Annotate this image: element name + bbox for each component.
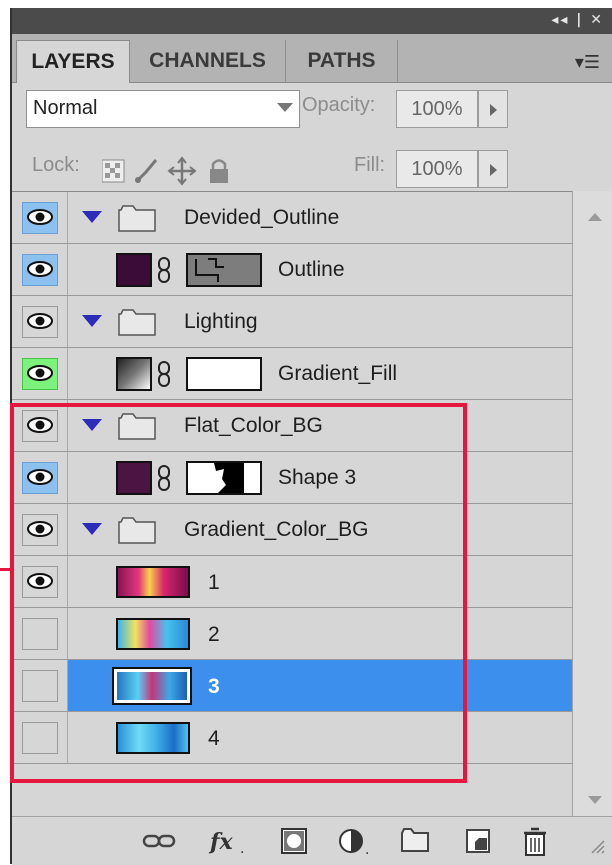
lock-label: Lock:: [32, 154, 80, 176]
layer-row[interactable]: Devided_Outline: [12, 192, 572, 244]
tab-layers[interactable]: LAYERS: [16, 40, 130, 83]
layers-bottom-toolbar: fx. .: [12, 816, 612, 865]
visibility-toggle[interactable]: [12, 348, 68, 399]
lock-position-icon[interactable]: [167, 156, 197, 186]
highlight-rectangle: [10, 403, 467, 783]
eye-icon: [27, 365, 53, 381]
gradient-fill-thumbnail[interactable]: [116, 357, 152, 391]
visibility-toggle[interactable]: [12, 296, 68, 347]
svg-text:fx: fx: [208, 829, 233, 855]
layer-name: Outline: [278, 258, 345, 281]
add-mask-icon[interactable]: [280, 827, 310, 855]
new-layer-icon[interactable]: [464, 827, 492, 855]
link-chain-icon[interactable]: [156, 256, 172, 284]
collapse-close-icon[interactable]: ◂◂ | ✕: [551, 12, 604, 28]
svg-text:.: .: [365, 842, 369, 857]
eye-icon: [27, 209, 53, 225]
layer-name: Lighting: [184, 310, 258, 333]
eye-icon: [27, 261, 53, 277]
expand-triangle-icon[interactable]: [82, 315, 102, 327]
layer-color-thumbnail[interactable]: [116, 253, 152, 287]
scroll-up-icon[interactable]: [588, 213, 602, 221]
layer-name: Gradient_Fill: [278, 362, 398, 385]
link-layers-icon[interactable]: [142, 827, 176, 855]
chevron-down-icon: [277, 103, 293, 112]
fill-slider-button[interactable]: [478, 150, 508, 188]
opacity-slider-button[interactable]: [478, 90, 508, 128]
new-group-folder-icon[interactable]: [400, 827, 430, 853]
layers-scrollbar[interactable]: [572, 191, 612, 816]
visibility-toggle[interactable]: [12, 244, 68, 295]
lock-transparent-pixels-icon[interactable]: [101, 159, 125, 183]
tab-channels[interactable]: CHANNELS: [130, 40, 286, 82]
layer-name: Devided_Outline: [184, 206, 340, 229]
highlight-pointer-line: [0, 568, 10, 571]
folder-icon: [118, 309, 156, 336]
opacity-field[interactable]: 100%: [396, 90, 478, 128]
adjustment-layer-icon[interactable]: .: [338, 827, 372, 857]
panel-menu-icon[interactable]: ▾☰: [575, 52, 600, 73]
scroll-down-icon[interactable]: [588, 796, 602, 804]
link-chain-icon[interactable]: [156, 360, 172, 388]
folder-icon: [118, 205, 156, 232]
visibility-toggle[interactable]: [12, 192, 68, 243]
panel-titlebar: ◂◂ | ✕: [12, 8, 612, 34]
layer-mask-thumbnail[interactable]: [186, 357, 262, 391]
blend-mode-value: Normal: [33, 97, 98, 119]
fill-label: Fill:: [354, 154, 386, 176]
vector-mask-thumbnail[interactable]: [186, 253, 262, 287]
lock-icons: [101, 156, 232, 191]
eye-icon: [27, 313, 53, 329]
layer-style-fx-icon[interactable]: fx.: [208, 827, 252, 857]
fill-field[interactable]: 100%: [396, 150, 478, 188]
tab-bar: LAYERS CHANNELS PATHS ▾☰: [12, 34, 612, 83]
blend-mode-select[interactable]: Normal: [26, 90, 300, 128]
tab-paths[interactable]: PATHS: [286, 40, 398, 82]
opacity-label: Opacity:: [302, 94, 376, 116]
expand-triangle-icon[interactable]: [82, 211, 102, 223]
layer-row[interactable]: Outline: [12, 244, 572, 296]
lock-all-icon[interactable]: [210, 159, 228, 184]
layer-row[interactable]: Lighting: [12, 296, 572, 348]
delete-layer-trash-icon[interactable]: [522, 827, 548, 857]
resize-grip-icon[interactable]: [590, 839, 606, 855]
svg-text:.: .: [240, 841, 244, 857]
layer-row[interactable]: Gradient_Fill: [12, 348, 572, 400]
lock-image-pixels-icon[interactable]: [134, 159, 158, 184]
